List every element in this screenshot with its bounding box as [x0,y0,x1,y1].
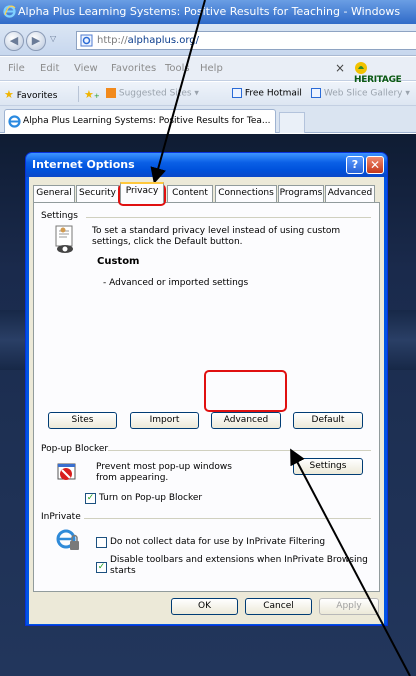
annotation-arrows [150,0,411,676]
tab-privacy[interactable]: Privacy [120,182,164,203]
arrow-to-advanced-button [290,448,411,676]
arrow-to-privacy-tab [150,0,206,184]
